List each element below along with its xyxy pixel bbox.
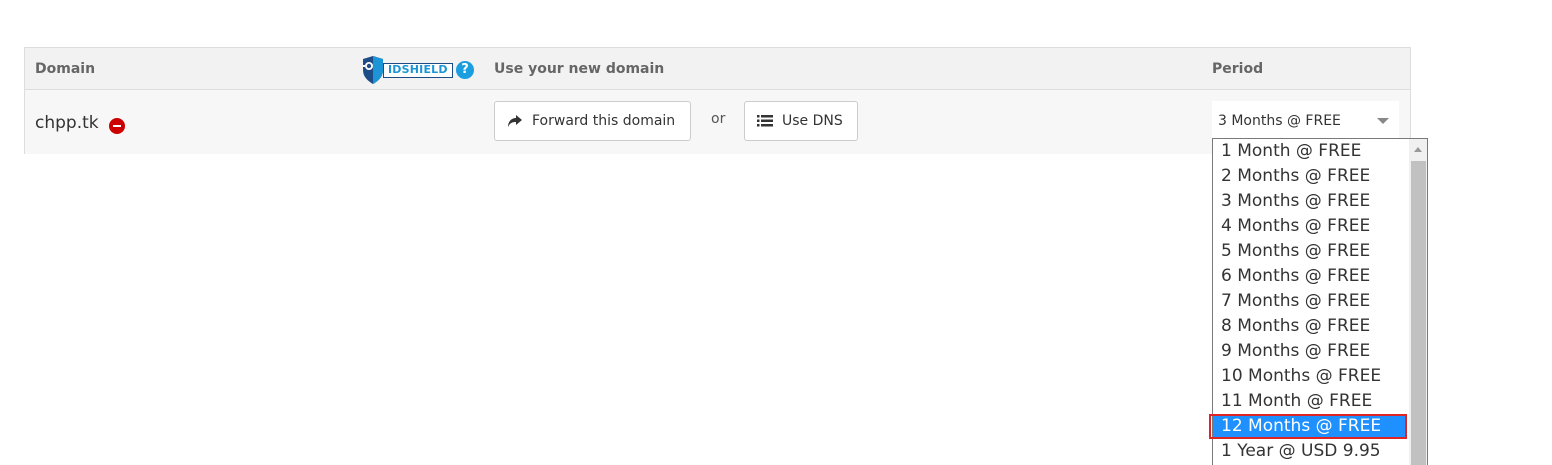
table-header: Domain IDSHIELD ? Use your new domain Pe… — [25, 48, 1410, 90]
period-selected-value: 3 Months @ FREE — [1218, 113, 1341, 129]
dropdown-option[interactable]: 1 Month @ FREE — [1213, 139, 1407, 164]
header-period: Period — [1212, 61, 1264, 77]
chevron-down-icon — [1377, 118, 1389, 124]
header-use-domain: Use your new domain — [494, 61, 665, 77]
dropdown-option[interactable]: 8 Months @ FREE — [1213, 314, 1407, 339]
list-icon — [757, 115, 773, 127]
dropdown-option[interactable]: 9 Months @ FREE — [1213, 339, 1407, 364]
dropdown-scrollbar[interactable] — [1409, 139, 1427, 465]
period-select[interactable]: 3 Months @ FREE — [1212, 101, 1399, 141]
dropdown-option[interactable]: 6 Months @ FREE — [1213, 264, 1407, 289]
dropdown-option[interactable]: 1 Year @ USD 9.95 — [1213, 439, 1407, 464]
dropdown-option[interactable]: 2 Months @ FREE — [1213, 164, 1407, 189]
dropdown-option[interactable]: 12 Months @ FREE — [1213, 414, 1407, 439]
forward-domain-label: Forward this domain — [532, 113, 676, 129]
dropdown-option[interactable]: 5 Months @ FREE — [1213, 239, 1407, 264]
share-arrow-icon — [508, 115, 522, 127]
scroll-thumb[interactable] — [1411, 161, 1426, 465]
forward-domain-button[interactable]: Forward this domain — [494, 101, 691, 141]
or-separator: or — [711, 111, 726, 127]
table-row: chpp.tk Forward this domain or Use DNS 3… — [25, 90, 1410, 154]
dropdown-option[interactable]: 4 Months @ FREE — [1213, 214, 1407, 239]
idshield-logo: IDSHIELD — [361, 56, 453, 84]
header-domain: Domain — [35, 61, 96, 77]
help-icon[interactable]: ? — [456, 61, 474, 79]
idshield-label: IDSHIELD — [383, 63, 453, 78]
dropdown-option[interactable]: 10 Months @ FREE — [1213, 364, 1407, 389]
use-dns-label: Use DNS — [782, 113, 843, 129]
domain-table: Domain IDSHIELD ? Use your new domain Pe… — [24, 47, 1411, 154]
use-dns-button[interactable]: Use DNS — [744, 101, 858, 141]
domain-name: chpp.tk — [35, 113, 99, 133]
period-dropdown-list[interactable]: 1 Month @ FREE 2 Months @ FREE 3 Months @ … — [1212, 138, 1428, 465]
shield-icon — [363, 56, 383, 84]
dropdown-option[interactable]: 11 Month @ FREE — [1213, 389, 1407, 414]
dropdown-option[interactable]: 3 Months @ FREE — [1213, 189, 1407, 214]
dropdown-option[interactable]: 7 Months @ FREE — [1213, 289, 1407, 314]
scroll-up-icon[interactable] — [1409, 139, 1427, 161]
remove-icon[interactable] — [109, 118, 125, 134]
